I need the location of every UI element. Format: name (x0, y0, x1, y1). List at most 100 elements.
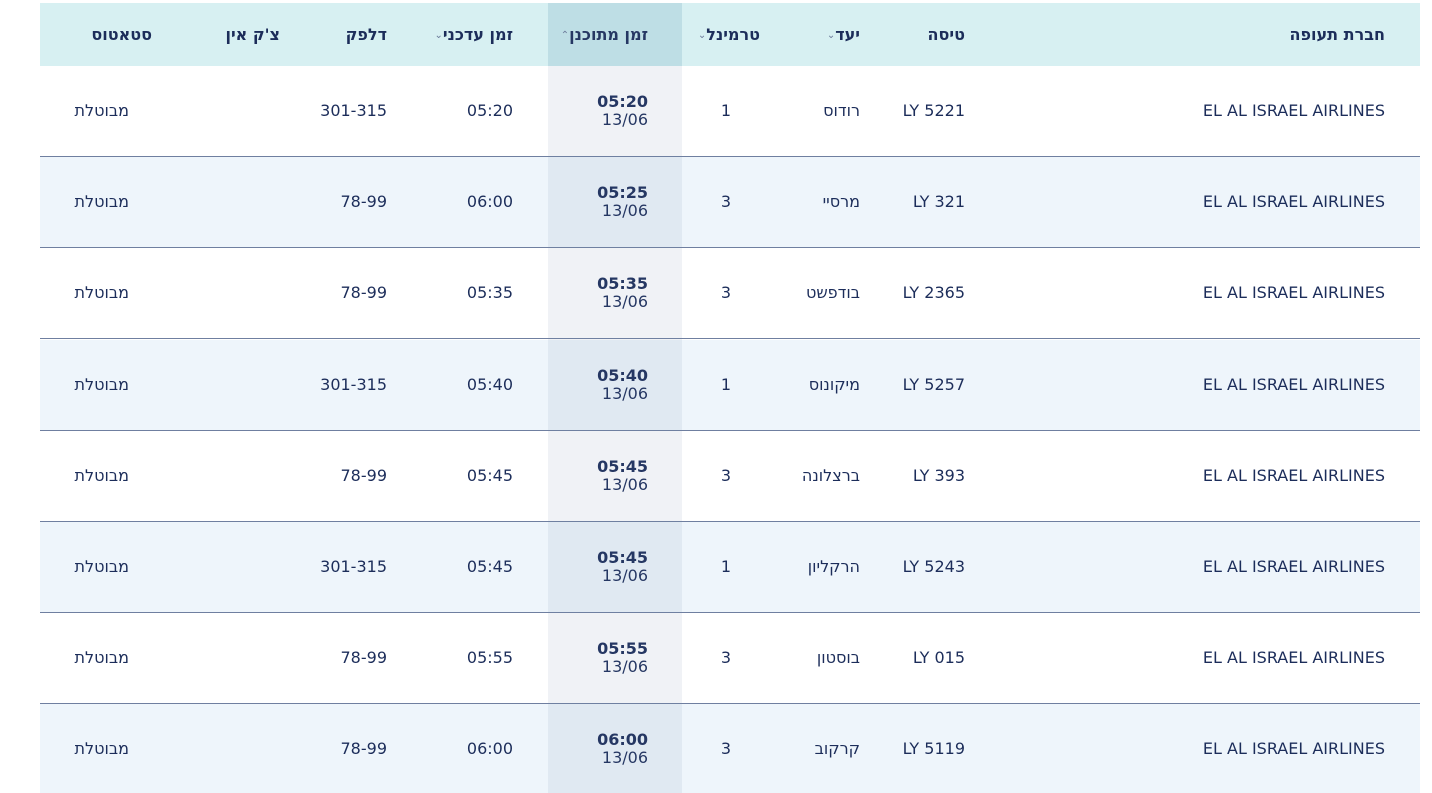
chevron-down-icon[interactable]: ⌄ (434, 4, 442, 67)
scheduled-date: 13/06 (601, 657, 648, 677)
scheduled-time: 05:55 (597, 639, 648, 659)
header-scheduled[interactable]: זמן מתוכנן⌃ (554, 3, 648, 66)
cell-scheduled: 05:45 13/06 (597, 431, 648, 494)
scheduled-date: 13/06 (601, 110, 648, 129)
header-terminal-label: טרמינל (706, 25, 760, 44)
cell-airline: EL AL ISRAEL AIRLINES (1202, 465, 1385, 485)
table-row[interactable]: EL AL ISRAEL AIRLINES LY 5221 רודוס 1 05:20 3… (40, 66, 1420, 157)
cell-scheduled: 05:55 13/06 (597, 613, 648, 676)
cell-status: מבוטלת (74, 557, 129, 576)
cell-destination: מרסיי (822, 192, 860, 212)
cell-gate: 78-99 (340, 465, 388, 485)
cell-destination: בודפשט (805, 283, 860, 303)
header-gate[interactable]: דלפק (346, 3, 387, 66)
scheduled-date: 13/06 (601, 474, 648, 494)
cell-updated: 05:55 (466, 648, 513, 668)
cell-destination: הרקליון (807, 557, 860, 576)
cell-airline: EL AL ISRAEL AIRLINES (1202, 192, 1385, 212)
header-checkin[interactable]: צ'ק אין (225, 3, 280, 66)
cell-gate: 78-99 (340, 648, 388, 668)
header-airline[interactable]: חברת תעופה (1290, 3, 1385, 66)
cell-gate: 301-315 (320, 101, 387, 120)
cell-status: מבוטלת (74, 739, 129, 759)
scheduled-date: 13/06 (601, 566, 648, 585)
cell-airline: EL AL ISRAEL AIRLINES (1202, 739, 1385, 759)
cell-scheduled: 06:00 13/06 (597, 704, 648, 767)
cell-gate: 301-315 (320, 557, 387, 576)
cell-status: מבוטלת (74, 648, 129, 668)
cell-gate: 78-99 (340, 283, 388, 303)
cell-airline: EL AL ISRAEL AIRLINES (1202, 648, 1385, 668)
table-header: חברת תעופה טיסה יעד⌄ טרמינל⌄ זמן מתוכנן⌃… (40, 3, 1420, 66)
cell-flight: LY 393 (912, 465, 965, 485)
cell-scheduled: 05:35 13/06 (597, 248, 648, 311)
cell-destination: ברצלונה (801, 465, 860, 485)
scheduled-time: 05:20 (597, 92, 648, 111)
table-row[interactable]: EL AL ISRAEL AIRLINES LY 321 מרסיי 3 06:00 78… (40, 157, 1420, 249)
chevron-up-icon[interactable]: ⌃ (561, 4, 569, 67)
cell-status: מבוטלת (74, 192, 129, 212)
cell-terminal: 3 (720, 739, 731, 759)
cell-gate: 78-99 (340, 739, 388, 759)
cell-gate: 78-99 (340, 192, 388, 212)
cell-terminal: 3 (720, 283, 731, 303)
cell-status: מבוטלת (74, 101, 129, 120)
cell-flight: LY 5257 (902, 374, 965, 394)
table-row[interactable]: EL AL ISRAEL AIRLINES LY 015 בוסטון 3 05:55 7… (40, 613, 1420, 705)
table-row[interactable]: EL AL ISRAEL AIRLINES LY 2365 בודפשט 3 05:35… (40, 248, 1420, 340)
cell-terminal: 3 (720, 648, 731, 668)
scheduled-date: 13/06 (601, 748, 648, 768)
cell-scheduled: 05:25 13/06 (597, 157, 648, 220)
header-scheduled-label: זמן מתוכנן (569, 25, 648, 44)
cell-updated: 06:00 (466, 192, 513, 212)
scheduled-date: 13/06 (601, 201, 648, 221)
cell-updated: 05:35 (466, 283, 513, 303)
header-flight[interactable]: טיסה (928, 3, 965, 66)
cell-flight: LY 321 (912, 192, 965, 212)
scheduled-date: 13/06 (601, 383, 648, 403)
cell-destination: קרקוב (814, 739, 860, 759)
cell-flight: LY 5119 (902, 739, 965, 759)
cell-airline: EL AL ISRAEL AIRLINES (1202, 101, 1385, 120)
cell-flight: LY 5243 (902, 557, 965, 576)
cell-status: מבוטלת (74, 374, 129, 394)
table-row[interactable]: EL AL ISRAEL AIRLINES LY 5257 מיקונוס 1 05:4… (40, 339, 1420, 431)
cell-flight: LY 5221 (902, 101, 965, 120)
cell-status: מבוטלת (74, 283, 129, 303)
scheduled-time: 06:00 (597, 730, 648, 750)
cell-status: מבוטלת (74, 465, 129, 485)
header-destination-label: יעד (835, 25, 860, 44)
flights-board: חברת תעופה טיסה יעד⌄ טרמינל⌄ זמן מתוכנן⌃… (40, 3, 1420, 793)
cell-updated: 05:45 (466, 557, 513, 576)
cell-scheduled: 05:45 13/06 (597, 522, 648, 585)
cell-updated: 05:20 (466, 101, 513, 120)
table-row[interactable]: EL AL ISRAEL AIRLINES LY 5119 קרקוב 3 06:00 7… (40, 704, 1420, 793)
cell-terminal: 1 (720, 557, 731, 576)
table-row[interactable]: EL AL ISRAEL AIRLINES LY 5243 הרקליון 1 05:4… (40, 522, 1420, 613)
cell-destination: בוסטון (816, 648, 860, 668)
cell-destination: מיקונוס (808, 374, 860, 394)
cell-gate: 301-315 (320, 374, 387, 394)
chevron-down-icon[interactable]: ⌄ (827, 4, 835, 67)
header-status[interactable]: סטאטוס (91, 3, 152, 66)
cell-terminal: 1 (720, 101, 731, 120)
cell-updated: 05:40 (466, 374, 513, 394)
scheduled-time: 05:40 (597, 365, 648, 385)
cell-updated: 05:45 (466, 465, 513, 485)
cell-scheduled: 05:40 13/06 (597, 340, 648, 403)
table-row[interactable]: EL AL ISRAEL AIRLINES LY 393 ברצלונה 3 05:45… (40, 431, 1420, 522)
cell-flight: LY 015 (912, 648, 965, 668)
header-terminal[interactable]: טרמינל⌄ (691, 3, 760, 66)
cell-flight: LY 2365 (902, 283, 965, 303)
cell-airline: EL AL ISRAEL AIRLINES (1202, 557, 1385, 576)
cell-scheduled: 05:20 13/06 (597, 66, 648, 129)
header-destination[interactable]: יעד⌄ (820, 3, 860, 66)
scheduled-time: 05:25 (597, 183, 648, 203)
scheduled-date: 13/06 (601, 292, 648, 312)
scheduled-time: 05:45 (597, 456, 648, 476)
cell-airline: EL AL ISRAEL AIRLINES (1202, 283, 1385, 303)
scheduled-time: 05:35 (597, 274, 648, 294)
header-updated[interactable]: זמן עדכני⌄ (427, 3, 513, 66)
cell-terminal: 3 (720, 192, 731, 212)
cell-terminal: 3 (720, 465, 731, 485)
